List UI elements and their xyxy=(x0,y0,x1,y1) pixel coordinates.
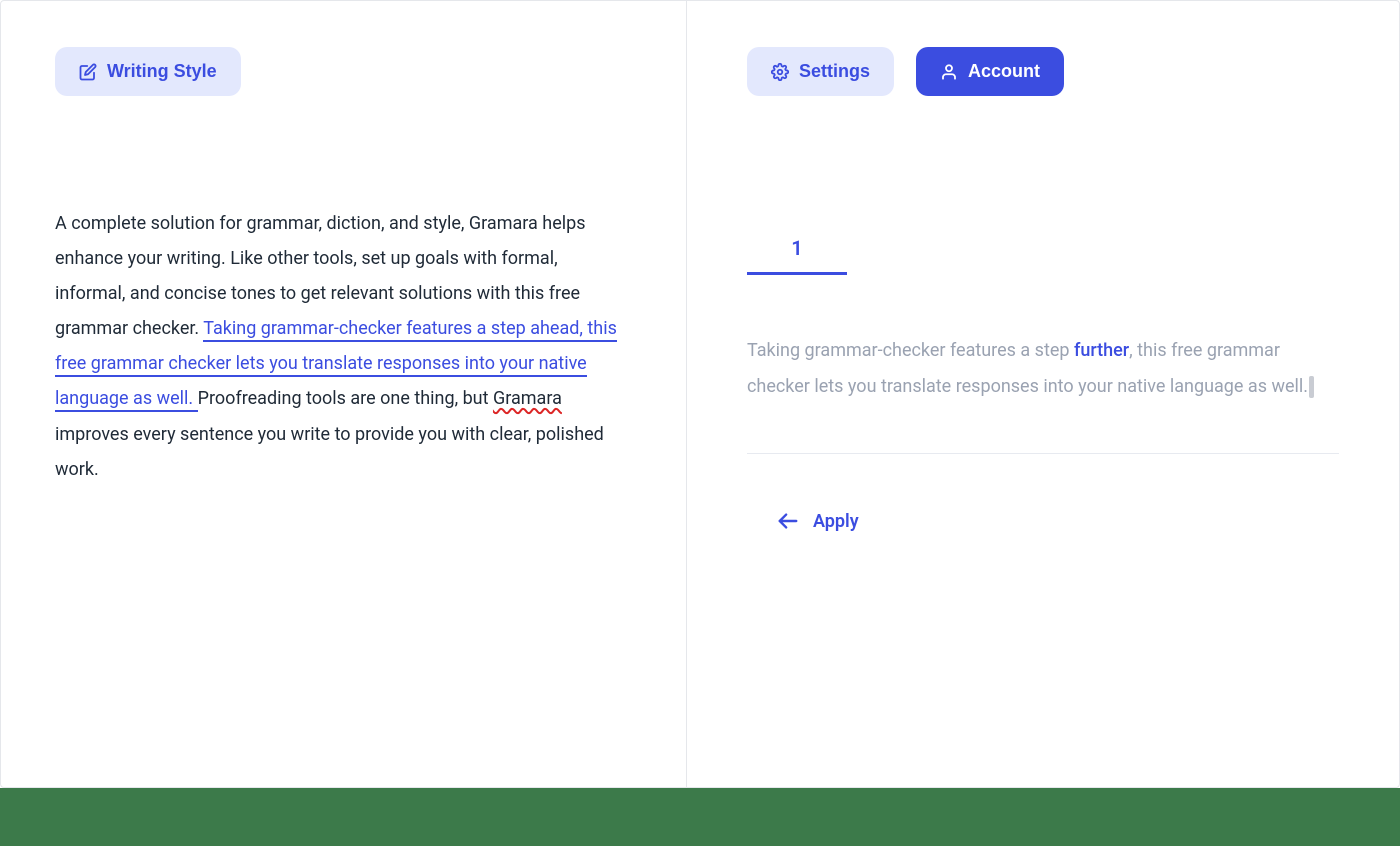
gear-icon xyxy=(771,63,789,81)
edit-icon xyxy=(79,63,97,81)
editor-paragraph-post-1: Proofreading tools are one thing, but xyxy=(198,388,493,409)
editor-panel: Writing Style A complete solution for gr… xyxy=(1,1,687,787)
suggestion-text: Taking grammar-checker features a step f… xyxy=(747,333,1339,405)
account-label: Account xyxy=(968,61,1040,82)
settings-label: Settings xyxy=(799,61,870,82)
suggestions-panel: Settings Account 1 Taking grammar-checke… xyxy=(687,1,1399,787)
footer-band xyxy=(0,788,1400,846)
app-container: Writing Style A complete solution for gr… xyxy=(0,0,1400,788)
arrow-left-icon xyxy=(775,510,801,532)
suggestion-pre: Taking grammar-checker features a step xyxy=(747,340,1074,361)
text-cursor xyxy=(1309,376,1314,398)
account-button[interactable]: Account xyxy=(916,47,1064,96)
tab-1[interactable]: 1 xyxy=(747,236,847,275)
apply-button[interactable]: Apply xyxy=(747,510,1339,532)
editor-spellcheck-word[interactable]: Gramara xyxy=(493,388,562,409)
suggestion-divider xyxy=(747,453,1339,454)
editor-paragraph-post-2: improves every sentence you write to pro… xyxy=(55,424,604,480)
writing-style-label: Writing Style xyxy=(107,61,217,82)
writing-style-button[interactable]: Writing Style xyxy=(55,47,241,96)
editor-text[interactable]: A complete solution for grammar, diction… xyxy=(55,206,632,487)
suggestion-changed-word: further xyxy=(1074,340,1129,361)
top-actions: Settings Account xyxy=(747,47,1339,96)
suggestion-tabs: 1 xyxy=(747,236,1339,275)
user-icon xyxy=(940,63,958,81)
settings-button[interactable]: Settings xyxy=(747,47,894,96)
apply-label: Apply xyxy=(813,511,859,532)
